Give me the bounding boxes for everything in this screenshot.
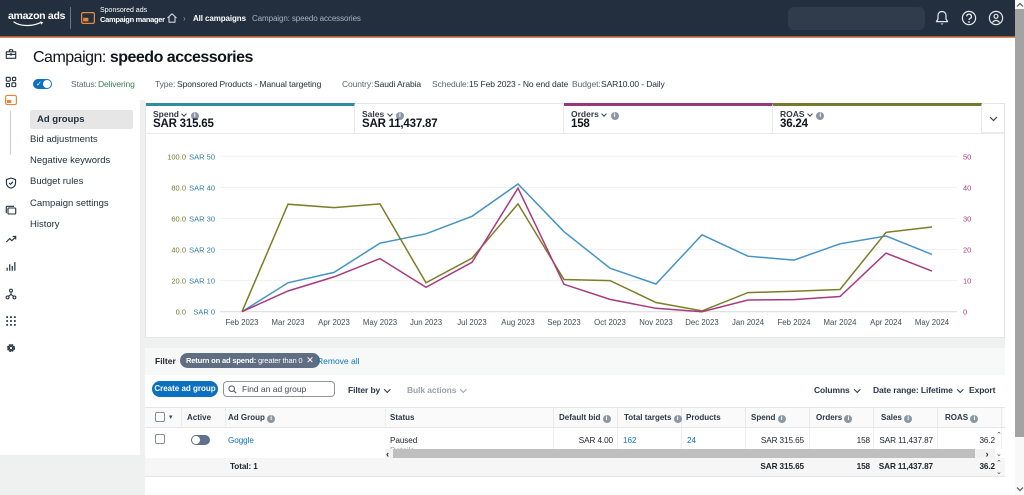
svg-text:80.0: 80.0	[171, 183, 186, 192]
svg-text:May 2023: May 2023	[363, 318, 397, 327]
svg-text:Aug 2023: Aug 2023	[501, 318, 534, 327]
svg-text:60.0: 60.0	[171, 215, 186, 224]
svg-text:30: 30	[963, 215, 971, 224]
svg-text:0.0: 0.0	[176, 308, 186, 317]
svg-text:Apr 2024: Apr 2024	[870, 318, 902, 327]
svg-text:Feb 2023: Feb 2023	[226, 318, 259, 327]
svg-text:Feb 2024: Feb 2024	[778, 318, 812, 327]
svg-text:Sep 2023: Sep 2023	[547, 318, 580, 327]
svg-text:Oct 2023: Oct 2023	[594, 318, 626, 327]
svg-text:Mar 2023: Mar 2023	[272, 318, 305, 327]
svg-text:40: 40	[963, 183, 971, 192]
svg-text:Mar 2024: Mar 2024	[824, 318, 858, 327]
svg-text:SAR 0: SAR 0	[193, 308, 215, 317]
svg-text:0: 0	[963, 308, 967, 317]
svg-text:100.0: 100.0	[167, 152, 186, 161]
svg-text:Apr 2023: Apr 2023	[318, 318, 350, 327]
svg-text:SAR 30: SAR 30	[189, 215, 215, 224]
svg-text:40.0: 40.0	[171, 246, 186, 255]
svg-text:SAR 20: SAR 20	[189, 246, 215, 255]
svg-text:20: 20	[963, 246, 971, 255]
svg-text:SAR 40: SAR 40	[189, 183, 215, 192]
svg-text:May 2024: May 2024	[915, 318, 950, 327]
svg-text:10: 10	[963, 277, 971, 286]
svg-text:Jun 2023: Jun 2023	[410, 318, 442, 327]
svg-text:Jan 2024: Jan 2024	[732, 318, 765, 327]
svg-text:Jul 2023: Jul 2023	[457, 318, 486, 327]
svg-text:Nov 2023: Nov 2023	[639, 318, 672, 327]
svg-text:SAR 50: SAR 50	[189, 152, 215, 161]
svg-text:50: 50	[963, 152, 971, 161]
svg-text:20.0: 20.0	[171, 277, 186, 286]
svg-text:Dec 2023: Dec 2023	[685, 318, 718, 327]
svg-text:SAR 10: SAR 10	[189, 277, 215, 286]
